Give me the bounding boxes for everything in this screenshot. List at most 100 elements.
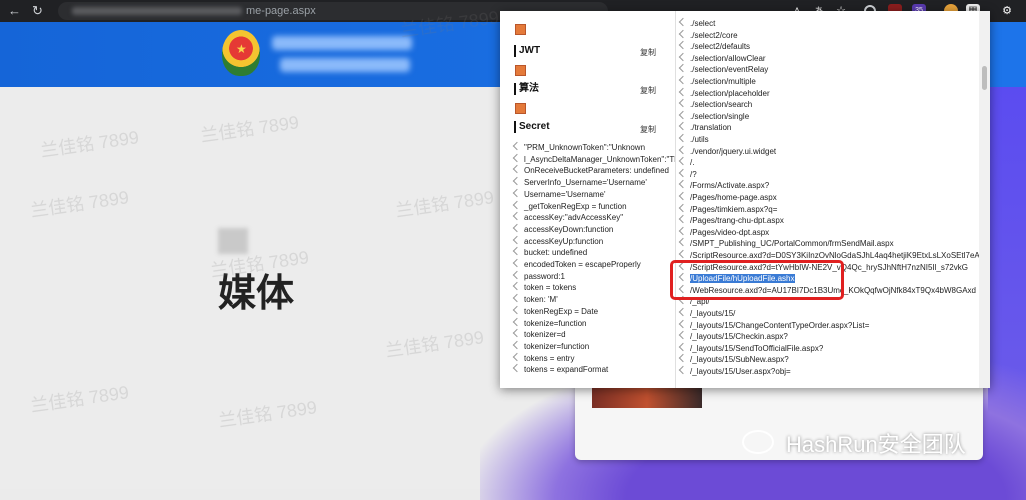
chevron-icon [512,328,522,338]
path-item[interactable]: /_layouts/15/Checkin.aspx? [678,330,788,342]
path-item[interactable]: /_layouts/15/ [678,307,735,319]
chevron-icon [512,211,522,221]
path-item[interactable]: ./selection/eventRelay [678,64,768,75]
secret-item[interactable]: tokenRegExp = Date [512,305,598,317]
path-item[interactable]: /. [678,156,694,168]
path-item[interactable]: /_layouts/15/ChangeContentTypeOrder.aspx… [678,319,869,331]
secret-item-label: ServerInfo_Username='Username' [524,178,647,188]
chevron-icon [512,305,522,315]
secret-item[interactable]: tokenize=function [512,317,587,329]
section-icon [515,103,526,114]
secret-item[interactable]: tokens = expandFormat [512,364,609,375]
path-item[interactable]: /Pages/timkiem.aspx?q= [678,203,778,215]
secret-item-label: password:1 [524,271,565,281]
secret-item[interactable]: Username='Username' [512,188,606,200]
secret-item[interactable]: _getTokenRegExp = function [512,200,627,212]
section-title-jwt: JWT [514,45,540,57]
path-item[interactable]: /Forms/Activate.aspx? [678,180,770,191]
secret-item-label: accessKeyUp:function [524,236,604,246]
chevron-icon [678,238,688,247]
chevron-icon [678,168,688,178]
copy-button[interactable]: 复制 [640,124,656,135]
secret-item[interactable]: ServerInfo_Username='Username' [512,176,647,188]
left-column: JWT 复制 算法 复制 Secret 复制 "PRM_UnknownToken… [500,11,675,388]
path-item-label: ./utils [690,135,709,144]
reload-icon[interactable]: ↻ [32,3,43,19]
path-item-label: /Pages/home-page.aspx [690,193,777,202]
path-item-label: ./selection/search [690,100,753,110]
path-item[interactable]: /_layouts/15/SendToOfficialFile.aspx? [678,342,823,354]
path-item[interactable]: ./selection/placeholder [678,87,770,99]
secret-item-label: tokens = expandFormat [524,365,609,375]
secret-item[interactable]: OnReceiveBucketParameters: undefined [512,165,669,176]
chevron-icon [512,200,522,209]
secret-item[interactable]: tokenizer=d [512,328,566,340]
path-item[interactable]: ./selection/multiple [678,75,756,87]
path-item[interactable]: /Pages/trang-chu-dpt.aspx [678,214,784,226]
secret-item-label: token = tokens [524,283,577,293]
path-item-label: /? [690,169,697,179]
path-item-label: /Forms/Activate.aspx? [690,181,770,191]
path-item[interactable]: /Pages/video-dpt.aspx [678,226,769,238]
secret-item[interactable]: "PRM_UnknownToken":"Unknown [512,141,645,153]
path-item[interactable]: ./select2/core [678,29,738,41]
chevron-icon [678,319,688,328]
secret-item[interactable]: accessKeyDown:function [512,223,613,235]
redacted-host [72,7,242,15]
secret-item-label: _getTokenRegExp = function [524,201,627,211]
chevron-icon [678,226,688,236]
secret-item[interactable]: password:1 [512,270,565,282]
chevron-icon [678,17,688,27]
scrollbar-thumb[interactable] [982,66,987,90]
path-item-label: ./selection/placeholder [690,88,770,98]
secret-item[interactable]: token = tokens [512,282,577,293]
copy-button[interactable]: 复制 [640,47,656,58]
chevron-icon [512,340,522,350]
path-item-label: ./select2/defaults [690,42,751,52]
path-item[interactable]: /_layouts/15/SubNew.aspx? [678,354,789,365]
path-item[interactable]: ./selection/single [678,110,750,122]
path-item-label: ./translation [690,123,732,133]
path-item[interactable]: ./selection/allowClear [678,52,766,64]
path-item-label: /_layouts/15/Checkin.aspx? [690,332,788,342]
chevron-icon [512,352,522,361]
chevron-icon [678,307,688,317]
secret-item[interactable]: token: 'M' [512,293,558,305]
path-item[interactable]: /? [678,168,697,180]
chevron-icon [678,191,688,201]
secret-item[interactable]: tokenizer=function [512,340,589,352]
path-item[interactable]: ./vendor/jquery.ui.widget [678,145,776,157]
path-item-label: ./selection/single [690,111,750,121]
monitor-screen [592,386,702,408]
chevron-icon [678,52,688,62]
secret-item[interactable]: tokens = entry [512,352,574,364]
chevron-icon [512,153,522,162]
path-item[interactable]: ./select2/defaults [678,40,751,52]
path-item-label: ./select [690,19,716,28]
chevron-icon [512,165,522,174]
secret-item[interactable]: accessKeyUp:function [512,235,604,247]
secret-item-label: l_AsyncDeltaManager_UnknownToken":"The [524,154,675,164]
path-item[interactable]: /_layouts/15/User.aspx?obj= [678,365,791,377]
back-icon[interactable]: ← [8,3,21,18]
path-item[interactable]: ./translation [678,122,732,133]
secret-item[interactable]: accessKey:"advAccessKey" [512,211,623,223]
redacted-site-title [272,36,412,50]
path-item[interactable]: ./utils [678,133,709,145]
chevron-icon [678,365,688,375]
path-item[interactable]: /SMPT_Publishing_UC/PortalCommon/frmSend… [678,238,894,249]
secret-item[interactable]: l_AsyncDeltaManager_UnknownToken":"The [512,153,675,165]
secret-item[interactable]: bucket: undefined [512,247,587,258]
profile-icon[interactable]: ⚙ [1000,4,1014,18]
chevron-icon [512,141,522,151]
emblem-star-icon: ★ [236,42,247,56]
path-item-label: /ScriptResource.axd?d=D0SY3KiInzOvNloGda… [690,251,979,260]
path-item[interactable]: /Pages/home-page.aspx [678,191,777,203]
chevron-icon [512,223,522,233]
path-item-label: /_layouts/15/User.aspx?obj= [690,367,791,376]
copy-button[interactable]: 复制 [640,85,656,96]
path-item[interactable]: ./selection/search [678,98,753,110]
path-item-label: /Pages/timkiem.aspx?q= [690,204,778,214]
path-item[interactable]: ./select [678,17,716,29]
secret-item[interactable]: encodedToken = escapeProperly [512,258,641,270]
